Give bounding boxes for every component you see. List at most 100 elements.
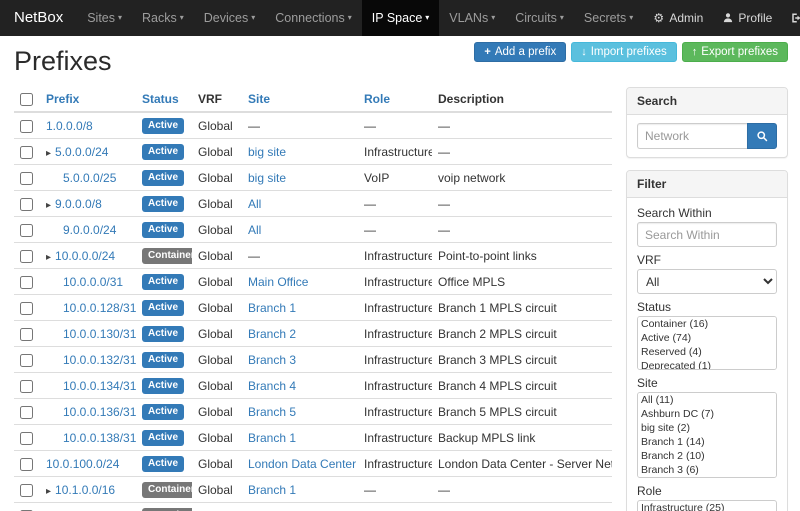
site-link[interactable]: Branch 3 — [248, 353, 296, 367]
prefix-link[interactable]: 10.0.0.136/31 — [63, 405, 136, 419]
prefix-link[interactable]: 9.0.0.0/24 — [63, 223, 116, 237]
row-checkbox[interactable] — [20, 406, 33, 419]
site-link[interactable]: Branch 4 — [248, 379, 296, 393]
sort-link-prefix[interactable]: Prefix — [46, 92, 79, 106]
nav-item-devices[interactable]: Devices▾ — [194, 0, 265, 36]
prefix-link[interactable]: 10.0.0.138/31 — [63, 431, 136, 445]
import-prefixes-button[interactable]: ↓Import prefixes — [571, 42, 677, 62]
filter-option[interactable]: Branch 4 (12) — [638, 477, 776, 478]
prefix-link[interactable]: 1.0.0.0/8 — [46, 119, 93, 133]
role-cell: Infrastructure — [358, 451, 432, 477]
site-link[interactable]: Branch 1 — [248, 431, 296, 445]
filter-panel: Filter Search Within VRF All Status Cont… — [626, 170, 788, 511]
sort-link-status[interactable]: Status — [142, 92, 179, 106]
filter-option[interactable]: Reserved (4) — [638, 345, 776, 359]
vrf-cell: Global — [192, 425, 242, 451]
row-checkbox[interactable] — [20, 172, 33, 185]
site-filter-select[interactable]: All (11)Ashburn DC (7)big site (2)Branch… — [637, 392, 777, 478]
prefix-link[interactable]: 5.0.0.0/25 — [63, 171, 116, 185]
nav-item-secrets[interactable]: Secrets▾ — [574, 0, 643, 36]
filter-option[interactable]: Active (74) — [638, 331, 776, 345]
site-link[interactable]: big site — [248, 171, 286, 185]
filter-option[interactable]: Container (16) — [638, 317, 776, 331]
search-button[interactable] — [747, 123, 777, 149]
status-cell: Active — [136, 112, 192, 139]
site-link[interactable]: Main Office — [248, 275, 308, 289]
search-within-input[interactable] — [637, 222, 777, 247]
filter-option[interactable]: Branch 3 (6) — [638, 463, 776, 477]
site-link[interactable]: All — [248, 197, 261, 211]
row-checkbox[interactable] — [20, 146, 33, 159]
site-link[interactable]: big site — [248, 145, 286, 159]
site-link[interactable]: Branch 5 — [248, 405, 296, 419]
export-icon: ↑ — [692, 47, 698, 58]
nav-item-connections[interactable]: Connections▾ — [265, 0, 362, 36]
site-link[interactable]: Branch 1 — [248, 301, 296, 315]
prefix-cell: 10.0.0.130/31 — [40, 321, 136, 347]
filter-label-role: Role — [637, 484, 777, 498]
prefix-link[interactable]: 10.0.0.130/31 — [63, 327, 136, 341]
prefix-link[interactable]: 10.0.0.134/31 — [63, 379, 136, 393]
filter-option[interactable]: Branch 1 (14) — [638, 435, 776, 449]
filter-option[interactable]: Deprecated (1) — [638, 359, 776, 370]
row-checkbox[interactable] — [20, 354, 33, 367]
vrf-cell: Global — [192, 295, 242, 321]
site-link[interactable]: London Data Center — [248, 457, 356, 471]
role-cell: Infrastructure — [358, 269, 432, 295]
row-checkbox[interactable] — [20, 224, 33, 237]
description-cell: Branch 1 P2P — [432, 503, 612, 511]
prefix-list: Prefix Status VRF Site Role Description … — [14, 87, 612, 511]
prefix-cell: 10.0.0.0/31 — [40, 269, 136, 295]
filter-option[interactable]: Ashburn DC (7) — [638, 407, 776, 421]
filter-option[interactable]: big site (2) — [638, 421, 776, 435]
nav-item-sites[interactable]: Sites▾ — [77, 0, 132, 36]
sort-link-site[interactable]: Site — [248, 92, 270, 106]
navbar-brand[interactable]: NetBox — [0, 0, 77, 36]
status-filter-select[interactable]: Container (16)Active (74)Reserved (4)Dep… — [637, 316, 777, 370]
vrf-select[interactable]: All — [637, 269, 777, 294]
user-menu-log-out[interactable]: Log out — [781, 0, 800, 36]
row-checkbox[interactable] — [20, 380, 33, 393]
row-checkbox[interactable] — [20, 484, 33, 497]
sort-link-role[interactable]: Role — [364, 92, 390, 106]
row-checkbox[interactable] — [20, 120, 33, 133]
nav-item-circuits[interactable]: Circuits▾ — [505, 0, 574, 36]
role-filter-select[interactable]: Infrastructure (25)Management (8)Private… — [637, 500, 777, 511]
add-a-prefix-button[interactable]: +Add a prefix — [474, 42, 566, 62]
role-cell: Infrastructure — [358, 321, 432, 347]
filter-option[interactable]: Infrastructure (25) — [638, 501, 776, 511]
prefix-link[interactable]: 10.0.100.0/24 — [46, 457, 119, 471]
nav-item-racks[interactable]: Racks▾ — [132, 0, 194, 36]
nav-item-ip-space[interactable]: IP Space▾ — [362, 0, 440, 36]
user-menu-profile[interactable]: Profile — [712, 0, 781, 36]
row-checkbox[interactable] — [20, 328, 33, 341]
prefix-link[interactable]: 10.0.0.0/24 — [55, 249, 115, 263]
prefix-link[interactable]: 10.0.0.0/31 — [63, 275, 123, 289]
row-checkbox[interactable] — [20, 198, 33, 211]
site-link[interactable]: Branch 1 — [248, 483, 296, 497]
user-menu-label: Admin — [669, 0, 703, 36]
row-checkbox[interactable] — [20, 302, 33, 315]
user-menu-admin[interactable]: ⚙Admin — [643, 0, 712, 36]
search-input[interactable] — [637, 123, 747, 149]
filter-option[interactable]: All (11) — [638, 393, 776, 407]
row-checkbox[interactable] — [20, 458, 33, 471]
prefix-link[interactable]: 5.0.0.0/24 — [55, 145, 108, 159]
filter-option[interactable]: Branch 2 (10) — [638, 449, 776, 463]
prefix-link[interactable]: 10.0.0.128/31 — [63, 301, 136, 315]
site-cell: Branch 1 — [242, 295, 358, 321]
prefix-link[interactable]: 9.0.0.0/8 — [55, 197, 102, 211]
select-all-checkbox[interactable] — [20, 93, 33, 106]
row-checkbox[interactable] — [20, 432, 33, 445]
export-prefixes-button[interactable]: ↑Export prefixes — [682, 42, 788, 62]
site-link[interactable]: Branch 2 — [248, 327, 296, 341]
nav-item-vlans[interactable]: VLANs▾ — [439, 0, 505, 36]
site-cell: Branch 4 — [242, 373, 358, 399]
prefix-link[interactable]: 10.1.0.0/16 — [55, 483, 115, 497]
site-link[interactable]: All — [248, 223, 261, 237]
navbar-menu: Sites▾Racks▾Devices▾Connections▾IP Space… — [77, 0, 643, 36]
chevron-down-icon: ▾ — [180, 13, 184, 22]
row-checkbox[interactable] — [20, 250, 33, 263]
prefix-link[interactable]: 10.0.0.132/31 — [63, 353, 136, 367]
row-checkbox[interactable] — [20, 276, 33, 289]
